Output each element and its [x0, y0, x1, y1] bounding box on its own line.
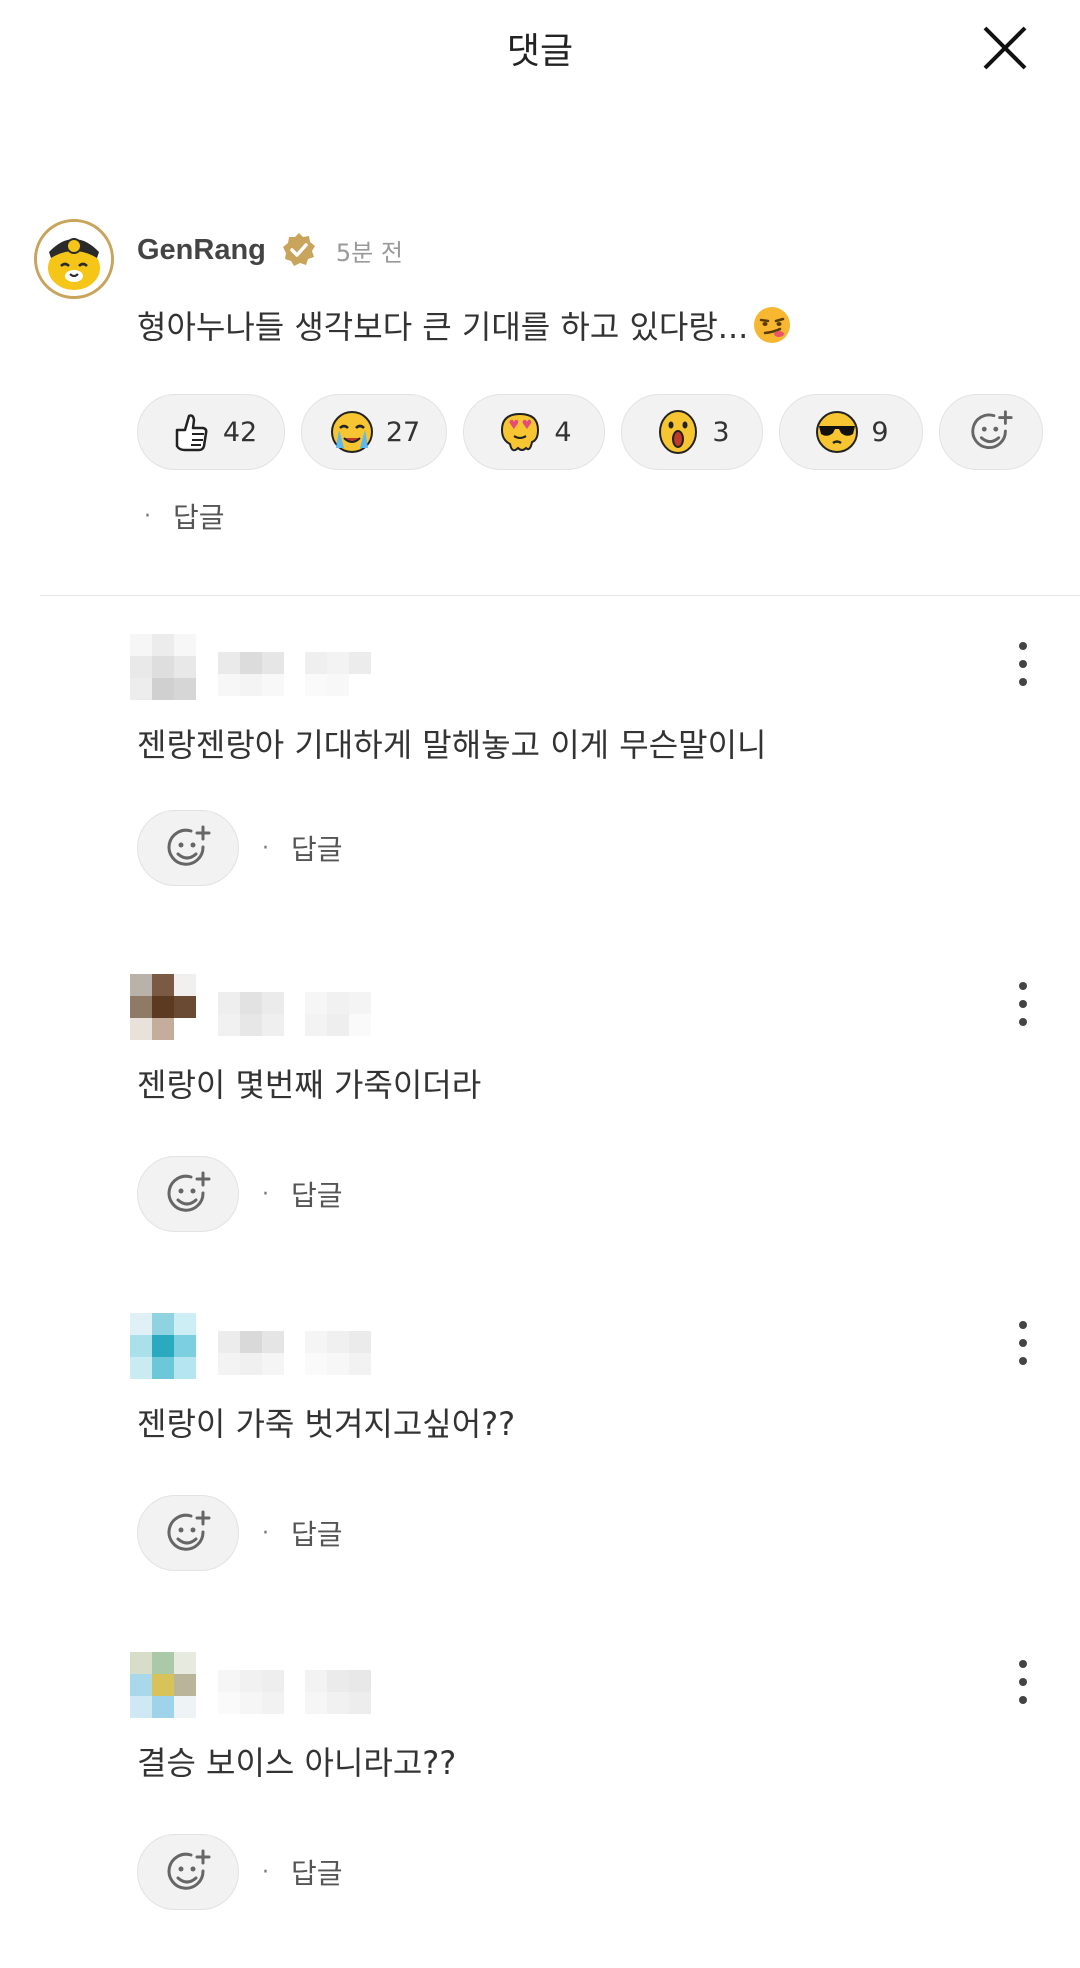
smirk-face-emoji-icon [754, 307, 791, 343]
heart-eyes-melting-face-icon [501, 412, 540, 452]
comment-text: 젠랑젠랑아 기대하게 말해놓고 이게 무슨말이니 [137, 726, 767, 764]
more-options-button[interactable] [1008, 640, 1038, 688]
smiley-plus-icon [167, 1849, 211, 1890]
timestamp: 5분 전 [335, 238, 403, 267]
comment-item: 결승 보이스 아니라고?? · 답글 [0, 1648, 1080, 1968]
author-row: GenRang 5분 전 [137, 228, 403, 272]
more-options-button[interactable] [1008, 980, 1038, 1028]
avatar-blurred[interactable] [130, 974, 196, 1040]
username-blurred [218, 1670, 284, 1714]
username-blurred [218, 652, 284, 696]
add-reaction-button[interactable] [137, 810, 239, 886]
divider [40, 595, 1080, 596]
crying-face-icon [330, 411, 373, 453]
add-reaction-button[interactable] [939, 394, 1043, 470]
smiley-plus-icon [167, 1171, 211, 1212]
comment-text: 형아누나들 생각보다 큰 기대를 하고 있다랑... [137, 302, 792, 348]
page-title: 댓글 [506, 31, 574, 72]
avatar-blurred[interactable] [130, 1313, 196, 1379]
reaction-bar: 42 27 4 3 9 [137, 394, 1043, 470]
reaction-thumbs-up[interactable]: 42 [137, 394, 285, 470]
comment-body: 형아누나들 생각보다 큰 기대를 하고 있다랑... [137, 308, 749, 346]
reaction-heart-eyes[interactable]: 4 [463, 394, 605, 470]
smiley-plus-icon [971, 410, 1013, 450]
reply-label: 답글 [291, 1857, 343, 1890]
reply-button[interactable]: · 답글 [262, 1174, 343, 1214]
comment-text: 젠랑이 가죽 벗겨지고싶어?? [137, 1405, 516, 1443]
timestamp-blurred [305, 1670, 371, 1714]
close-button[interactable] [982, 25, 1028, 71]
more-options-button[interactable] [1008, 1658, 1038, 1706]
reaction-count: 4 [554, 416, 572, 448]
reaction-sunglasses[interactable]: 9 [779, 394, 923, 470]
username-blurred [218, 992, 284, 1036]
header: 댓글 [0, 0, 1080, 100]
comment-item: 젠랑젠랑아 기대하게 말해놓고 이게 무슨말이니 · 답글 [0, 630, 1080, 950]
reply-label: 답글 [291, 1179, 343, 1212]
more-options-button[interactable] [1008, 1319, 1038, 1367]
thumbs-up-icon [175, 414, 208, 452]
comment-item: 젠랑이 몇번째 가죽이더라 · 답글 [0, 970, 1080, 1290]
verified-badge-icon [282, 233, 315, 266]
avatar-blurred[interactable] [130, 1652, 196, 1718]
timestamp-blurred [305, 1331, 371, 1375]
comment-text: 젠랑이 몇번째 가죽이더라 [137, 1066, 482, 1104]
avatar[interactable] [34, 219, 114, 299]
reaction-count: 9 [871, 416, 889, 448]
comment-text: 결승 보이스 아니라고?? [137, 1744, 457, 1782]
kebab-menu-icon [1019, 1660, 1027, 1704]
sunglasses-face-icon [816, 411, 859, 453]
reply-button[interactable]: · 답글 [262, 828, 343, 868]
add-reaction-button[interactable] [137, 1156, 239, 1232]
reaction-surprised[interactable]: 3 [621, 394, 763, 470]
tiger-avatar-icon [37, 222, 111, 296]
author-name[interactable]: GenRang [137, 234, 266, 267]
add-reaction-button[interactable] [137, 1495, 239, 1571]
reaction-count: 27 [385, 416, 421, 448]
reply-label: 답글 [291, 1518, 343, 1551]
reaction-count: 3 [712, 416, 730, 448]
reaction-count: 42 [222, 416, 258, 448]
reply-button[interactable]: · 답글 [144, 496, 225, 536]
avatar-blurred[interactable] [130, 634, 196, 700]
add-reaction-button[interactable] [137, 1834, 239, 1910]
kebab-menu-icon [1019, 982, 1027, 1026]
close-icon [983, 26, 1027, 70]
surprised-face-icon [659, 410, 698, 454]
smiley-plus-icon [167, 825, 211, 866]
username-blurred [218, 1331, 284, 1375]
kebab-menu-icon [1019, 1321, 1027, 1365]
reply-label: 답글 [291, 833, 343, 866]
reply-button[interactable]: · 답글 [262, 1513, 343, 1553]
reply-label: 답글 [173, 501, 225, 534]
kebab-menu-icon [1019, 642, 1027, 686]
comment-item: 젠랑이 가죽 벗겨지고싶어?? · 답글 [0, 1309, 1080, 1629]
reply-button[interactable]: · 답글 [262, 1852, 343, 1892]
timestamp-blurred [305, 652, 371, 696]
reaction-crying[interactable]: 27 [301, 394, 447, 470]
smiley-plus-icon [167, 1510, 211, 1551]
timestamp-blurred [305, 992, 371, 1036]
